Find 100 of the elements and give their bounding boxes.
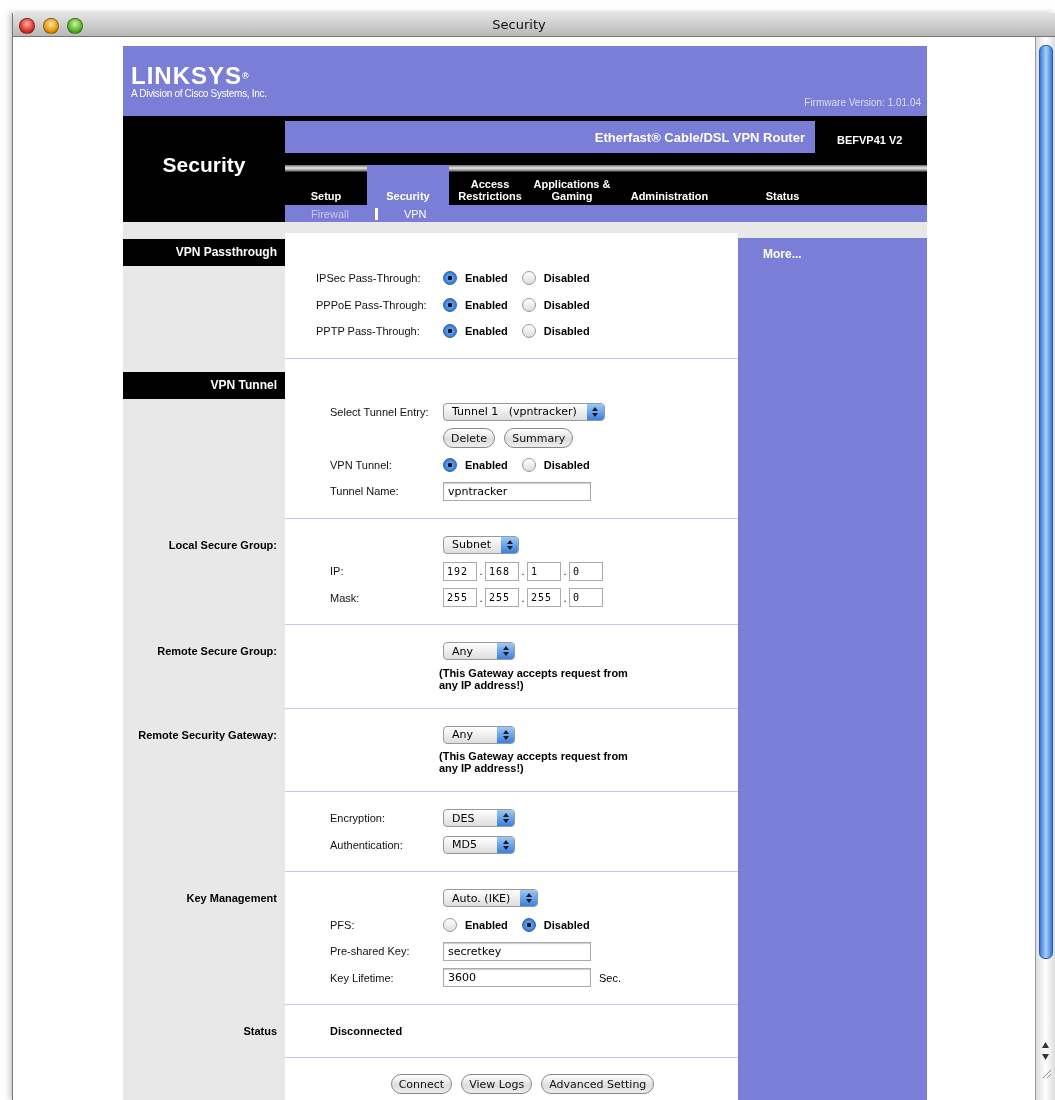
radio-label: Disabled	[543, 458, 590, 471]
text-field[interactable]: 3600	[443, 968, 591, 988]
radio-button[interactable]	[443, 324, 457, 339]
text-field[interactable]: vpntracker	[443, 481, 591, 501]
field-label: Mask:	[330, 591, 361, 604]
radio-button[interactable]	[443, 457, 457, 472]
nav-tab[interactable]: Administration	[613, 165, 726, 205]
updown-arrows-icon	[497, 836, 514, 853]
dropdown[interactable]: Tunnel 1 (vpntracker)	[443, 402, 605, 421]
separator-dot: .	[478, 591, 484, 604]
field-label: PPPoE Pass-Through:	[316, 298, 428, 311]
field-label: Select Tunnel Entry:	[330, 405, 430, 418]
radio-label: Disabled	[543, 298, 590, 311]
firmware-version: Firmware Version: 1.01.04	[804, 97, 921, 108]
page-title: Security	[162, 153, 246, 177]
radio-label: Enabled	[465, 458, 508, 471]
octet-field[interactable]: 0	[569, 588, 603, 608]
separator-dot: .	[520, 565, 526, 578]
more-link[interactable]: More...	[763, 247, 802, 261]
dropdown[interactable]: MD5	[443, 835, 515, 854]
radio-label: Disabled	[543, 272, 590, 285]
octet-field[interactable]: 192	[443, 561, 477, 581]
radio-button[interactable]	[521, 457, 536, 472]
separator-dot: .	[562, 591, 568, 604]
section-label: Local Secure Group:	[167, 537, 278, 553]
subtab-link[interactable]: VPN	[403, 207, 427, 220]
radio-label: Enabled	[465, 325, 508, 338]
section-label: Key Management	[185, 891, 278, 906]
connection-status: Disconnected	[330, 1025, 403, 1037]
updown-arrows-icon	[497, 643, 514, 660]
model-number: BEFVP41 V2	[837, 134, 903, 146]
octet-field[interactable]: 255	[443, 588, 477, 608]
minimize-button[interactable]	[43, 18, 59, 34]
close-button[interactable]	[19, 18, 35, 34]
radio-button[interactable]	[521, 297, 536, 312]
zoom-button[interactable]	[67, 18, 83, 34]
field-label: Tunnel Name:	[330, 485, 400, 498]
gateway-note: (This Gateway accepts request from any IP address!)	[439, 666, 629, 691]
up-arrow-icon	[1042, 1042, 1049, 1048]
nav-tab[interactable]: Access Restrictions	[449, 165, 531, 205]
radio-button[interactable]	[521, 271, 536, 286]
text-field[interactable]: secretkey	[443, 941, 591, 961]
nav-tab[interactable]: Applications & Gaming	[531, 165, 613, 205]
section-label: Remote Secure Group:	[156, 644, 278, 659]
nav-tab[interactable]: Setup	[285, 165, 367, 205]
section-header: VPN Tunnel	[123, 371, 285, 399]
push-button[interactable]: Connect	[390, 1074, 453, 1095]
octet-field[interactable]: 0	[569, 561, 603, 581]
field-label: Pre-shared Key:	[330, 945, 411, 958]
radio-button[interactable]	[521, 324, 536, 339]
scrollbar[interactable]	[1035, 37, 1055, 1100]
radio-label: Disabled	[543, 918, 590, 931]
dropdown[interactable]: Auto. (IKE)	[443, 889, 539, 908]
product-name: Etherfast® Cable/DSL VPN Router	[594, 129, 805, 145]
updown-arrows-icon	[497, 810, 514, 827]
section-label: Remote Security Gateway:	[137, 727, 278, 743]
radio-label: Disabled	[543, 325, 590, 338]
dropdown[interactable]: Any	[443, 725, 515, 744]
octet-field[interactable]: 1	[527, 561, 561, 581]
push-button[interactable]: Delete	[443, 428, 496, 449]
tagline: A Division of Cisco Systems, Inc.	[131, 88, 267, 99]
push-button[interactable]: View Logs	[461, 1074, 533, 1095]
radio-label: Enabled	[465, 298, 508, 311]
updown-arrows-icon	[501, 536, 518, 553]
dropdown[interactable]: Any	[443, 642, 515, 661]
octet-field[interactable]: 255	[485, 588, 519, 608]
dropdown[interactable]: Subnet	[443, 535, 519, 554]
field-label: Encryption:	[330, 812, 387, 825]
field-label: Key Lifetime:	[330, 971, 395, 984]
section-label: Status	[242, 1024, 278, 1039]
radio-button[interactable]	[443, 271, 457, 286]
radio-button[interactable]	[443, 917, 457, 932]
nav-tab[interactable]: Status	[726, 165, 839, 205]
push-button[interactable]: Advanced Setting	[541, 1074, 655, 1095]
window-title: Security	[492, 17, 546, 32]
logo: LINKSYS$^{®}$	[131, 64, 251, 88]
dropdown[interactable]: DES	[443, 809, 515, 828]
field-label: PPTP Pass-Through:	[316, 325, 421, 338]
nav-tab[interactable]: Security	[367, 165, 449, 205]
separator-dot: .	[520, 591, 526, 604]
radio-label: Enabled	[465, 272, 508, 285]
updown-arrows-icon	[520, 890, 538, 907]
radio-button[interactable]	[521, 917, 536, 932]
gateway-note: (This Gateway accepts request from any IP address!)	[439, 750, 629, 774]
section-header: VPN Passthrough	[123, 239, 285, 266]
scroll-thumb[interactable]	[1038, 45, 1053, 959]
field-label: IP:	[330, 565, 345, 578]
unit-label: Sec.	[599, 971, 621, 984]
radio-label: Enabled	[465, 918, 508, 931]
field-label: IPSec Pass-Through:	[316, 272, 422, 285]
octet-field[interactable]: 255	[527, 588, 561, 608]
updown-arrows-icon	[497, 726, 514, 743]
field-label: PFS:	[330, 918, 356, 931]
octet-field[interactable]: 168	[485, 561, 519, 581]
down-arrow-icon	[1042, 1054, 1049, 1060]
radio-button[interactable]	[443, 297, 457, 312]
separator-dot: .	[478, 565, 484, 578]
push-button[interactable]: Summary	[504, 428, 574, 449]
updown-arrows-icon	[586, 403, 604, 420]
separator-dot: .	[562, 565, 568, 578]
